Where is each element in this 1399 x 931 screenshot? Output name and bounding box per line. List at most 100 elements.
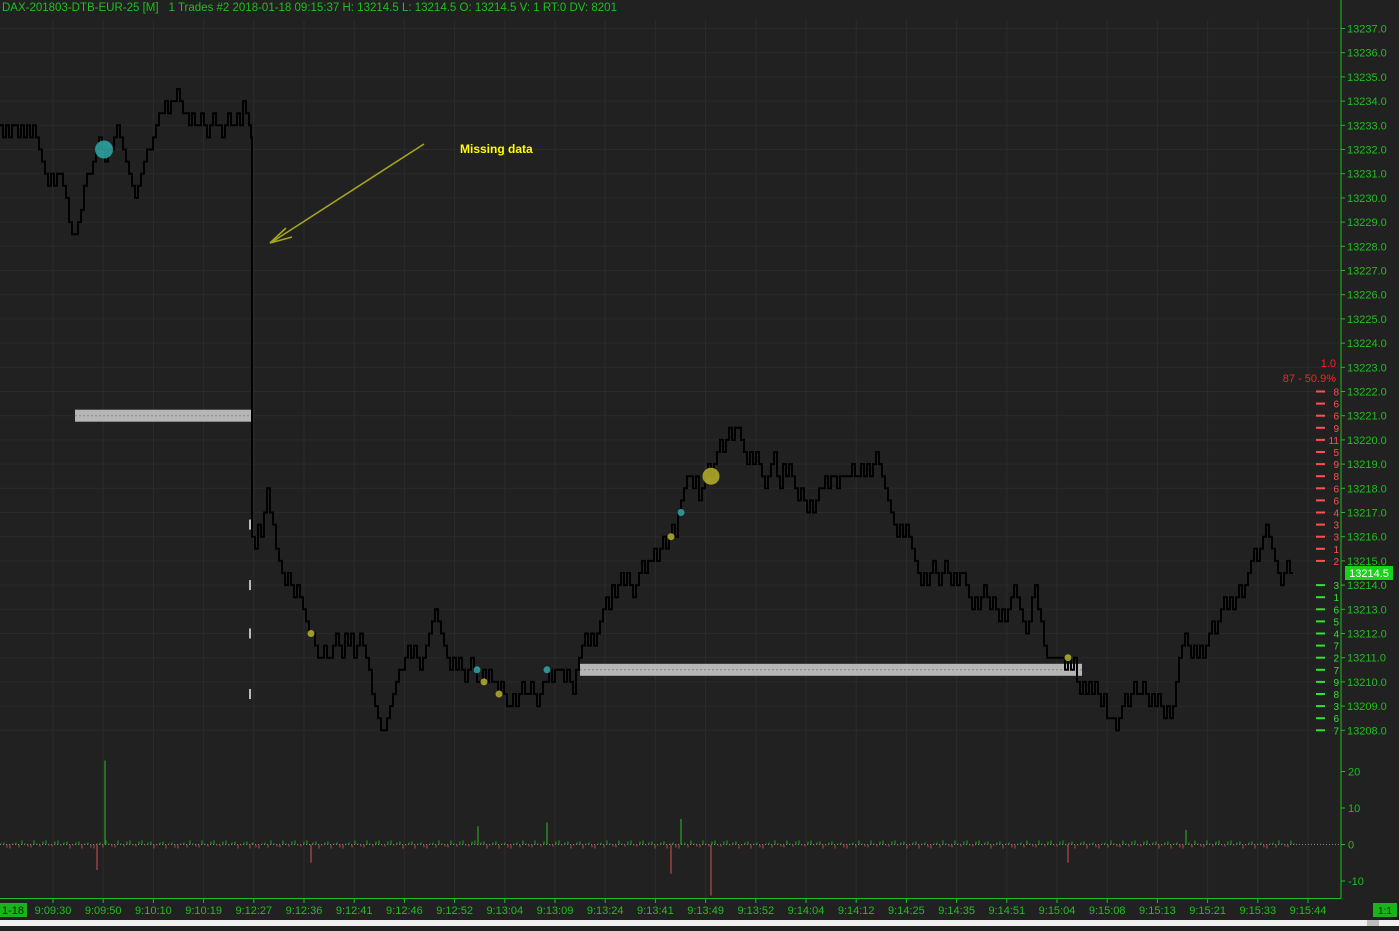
trade-marker	[1064, 654, 1072, 662]
annotation-arrow-line	[271, 143, 425, 243]
bid-depth-size: 3	[1333, 581, 1339, 592]
x-tick-label: 9:13:24	[587, 905, 624, 917]
ask-depth-size: 1	[1333, 545, 1339, 556]
x-tick-label: 9:12:27	[235, 905, 272, 917]
x-tick-label: 9:12:46	[386, 905, 423, 917]
bid-depth-size: 7	[1333, 642, 1339, 653]
price-tick-label: 13210.0	[1347, 677, 1387, 689]
price-tick-label: 13222.0	[1347, 387, 1387, 399]
price-tick-label: 13211.0	[1347, 653, 1386, 665]
x-tick-label: 9:15:08	[1089, 905, 1126, 917]
x-tick-label: 9:15:04	[1039, 905, 1076, 917]
price-chart[interactable]: 20100-10 13237.013236.013235.013234.0132…	[0, 0, 1399, 926]
price-line	[0, 88, 1293, 732]
ask-depth-size: 8	[1333, 472, 1339, 483]
price-tick-label: 13213.0	[1347, 604, 1387, 616]
ask-depth-size: 3	[1333, 521, 1339, 532]
price-tick-label: 13225.0	[1347, 314, 1387, 326]
x-tick-label: 9:14:04	[788, 905, 825, 917]
price-tick-label: 13219.0	[1347, 459, 1387, 471]
price-tick-label: 13223.0	[1347, 362, 1387, 374]
bid-depth-size: 3	[1333, 702, 1339, 713]
ask-depth-size: 5	[1333, 448, 1339, 459]
ask-depth-size: 11	[1329, 436, 1340, 447]
gap-marker	[249, 689, 251, 699]
x-tick-label: 9:10:10	[135, 905, 172, 917]
x-tick-label: 9:13:41	[637, 905, 674, 917]
volume-tick-label: 10	[1348, 803, 1360, 815]
ask-depth-size: 6	[1333, 400, 1339, 411]
order-stats-summary: 87 - 50.9%	[1283, 373, 1336, 385]
price-tick-label: 13216.0	[1347, 532, 1387, 544]
price-tick-label: 13227.0	[1347, 266, 1387, 278]
header-symbol: DAX-201803-DTB-EUR-25 [M]	[2, 2, 159, 14]
price-tick-label: 13231.0	[1347, 169, 1387, 181]
ask-depth-size: 8	[1333, 388, 1339, 399]
ask-depth-size: 3	[1333, 533, 1339, 544]
bid-depth-size: 8	[1333, 690, 1339, 701]
x-tick-label: 9:12:52	[436, 905, 473, 917]
x-tick-label: 9:15:33	[1239, 905, 1276, 917]
x-tick-label: 9:15:21	[1189, 905, 1226, 917]
volume-tick-label: 0	[1348, 840, 1354, 852]
price-tick-label: 13214.0	[1347, 580, 1387, 592]
volume-tick-label: 20	[1348, 767, 1360, 779]
x-tick-label: 9:13:52	[737, 905, 774, 917]
price-tick-label: 13236.0	[1347, 48, 1387, 60]
volume-tick-label: -10	[1348, 876, 1364, 888]
trade-marker	[95, 140, 113, 159]
header-info: 1 Trades #2 2018-01-18 09:15:37 H: 13214…	[169, 2, 617, 14]
x-tick-label: 9:14:35	[938, 905, 975, 917]
trade-marker	[702, 467, 720, 485]
ask-depth-size: 9	[1333, 424, 1339, 435]
x-tick-label: 9:09:30	[35, 905, 72, 917]
x-tick-label: 9:13:04	[486, 905, 523, 917]
bid-depth-size: 6	[1333, 605, 1339, 616]
order-stats-ratio: 1.0	[1321, 358, 1336, 370]
trade-marker	[667, 533, 675, 541]
price-tick-label: 13232.0	[1347, 145, 1387, 157]
bid-depth-size: 9	[1333, 678, 1339, 689]
bid-depth-size: 2	[1333, 654, 1339, 665]
chart-header-symbol: DAX-201803-DTB-EUR-25 [M] 1 Trades #2 201…	[2, 2, 617, 14]
ask-depth-size: 4	[1333, 509, 1339, 520]
gap-marker	[249, 519, 251, 530]
trade-marker	[307, 630, 315, 637]
price-tick-label: 13237.0	[1347, 24, 1387, 36]
x-tick-label: 9:12:41	[336, 905, 373, 917]
trade-marker	[473, 666, 481, 674]
price-tick-label: 13229.0	[1347, 217, 1387, 229]
trade-marker	[495, 690, 503, 698]
ask-depth-size: 2	[1333, 557, 1339, 568]
price-tick-label: 13233.0	[1347, 120, 1387, 132]
bid-depth-size: 1	[1333, 593, 1339, 604]
price-tick-label: 13234.0	[1347, 96, 1387, 108]
x-tick-label: 9:15:44	[1290, 905, 1327, 917]
missing-data-annotation: Missing data	[269, 142, 533, 244]
x-tick-label: 9:10:19	[185, 905, 222, 917]
x-tick-label: 9:15:13	[1139, 905, 1176, 917]
last-price-label: 13214.5	[1345, 566, 1393, 580]
resting-order-bar	[580, 663, 1082, 676]
price-tick-label: 13226.0	[1347, 290, 1387, 302]
chart-window: 20 10 0 -10 13237.0 13236.0 13235.0 13234.0 132…	[0, 0, 1399, 926]
x-tick-label: 9:12:36	[286, 905, 323, 917]
price-tick-label: 13209.0	[1347, 701, 1387, 713]
x-tick-label: 9:14:25	[888, 905, 925, 917]
price-tick-label: 13235.0	[1347, 72, 1387, 84]
price-tick-label: 13230.0	[1347, 193, 1387, 205]
price-tick-label: 13228.0	[1347, 241, 1387, 253]
corner-badge[interactable]: 1:1	[1373, 903, 1397, 917]
ask-depth-size: 9	[1333, 460, 1339, 471]
scrollbar-thumb[interactable]	[1367, 920, 1379, 926]
ask-depth-size: 6	[1333, 484, 1339, 495]
bid-depth-size: 5	[1333, 617, 1339, 628]
price-tick-label: 13208.0	[1347, 725, 1387, 737]
corner-badge-text: 1:1	[1378, 906, 1392, 917]
order-stats: 1.0 87 - 50.9%	[1283, 358, 1336, 385]
scrollbar-track[interactable]	[0, 920, 1399, 926]
gap-marker	[249, 628, 251, 639]
price-tick-label: 13218.0	[1347, 483, 1387, 495]
x-tick-label: 9:13:49	[687, 905, 724, 917]
ask-depth-size: 6	[1333, 496, 1339, 507]
